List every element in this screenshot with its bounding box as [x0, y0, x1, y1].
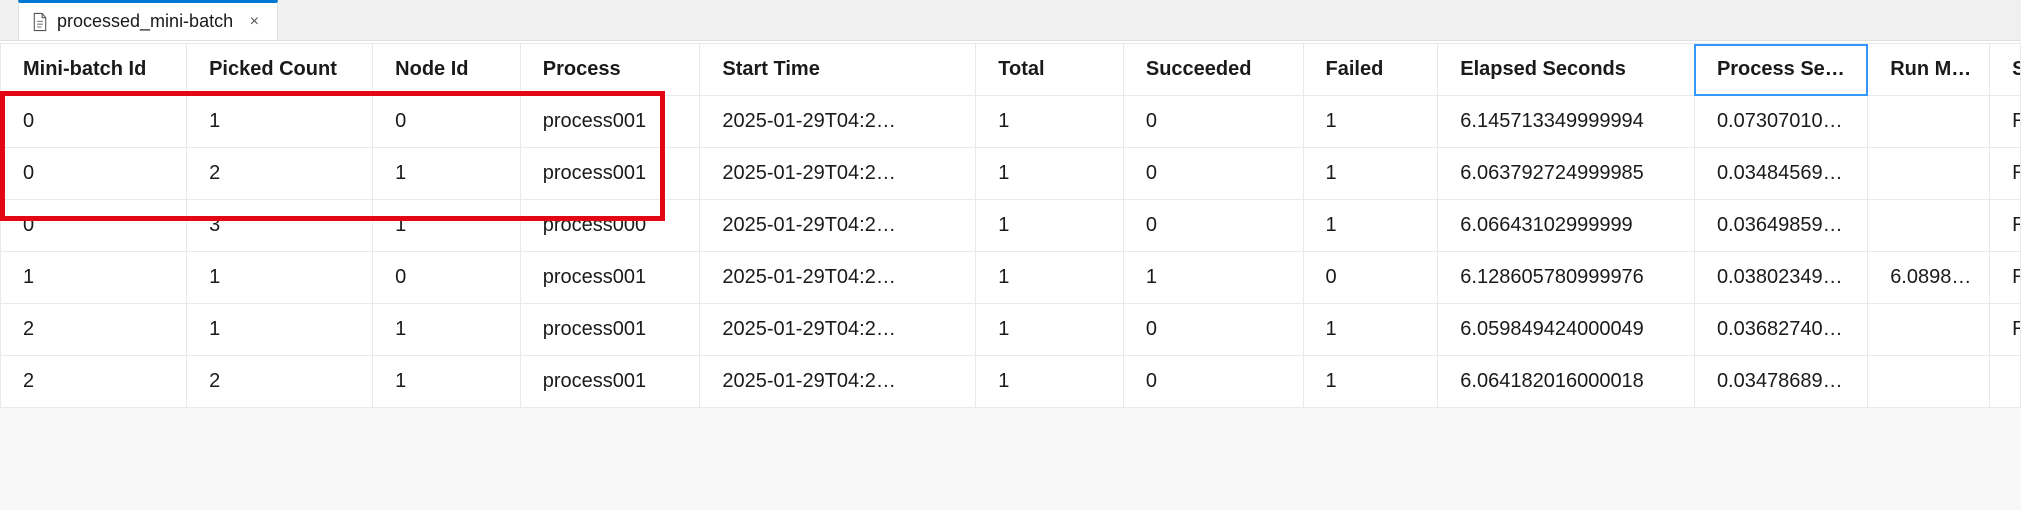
table-cell: 1	[976, 356, 1124, 408]
table-cell: process001	[520, 96, 700, 148]
table-cell: 1	[1303, 148, 1438, 200]
table-row[interactable]: 221process0012025-01-29T04:2…1016.064182…	[1, 356, 2021, 408]
table-cell: 3	[187, 200, 373, 252]
data-table: Mini-batch IdPicked CountNode IdProcessS…	[0, 43, 2021, 408]
table-row[interactable]: 110process0012025-01-29T04:2…1106.128605…	[1, 252, 2021, 304]
table-cell: 1	[373, 304, 521, 356]
table-cell	[1868, 356, 1990, 408]
table-cell: 0	[373, 96, 521, 148]
table-cell: 1	[976, 96, 1124, 148]
table-cell: 1	[373, 200, 521, 252]
table-cell	[1868, 96, 1990, 148]
file-icon	[31, 12, 49, 32]
table-row[interactable]: 010process0012025-01-29T04:2…1016.145713…	[1, 96, 2021, 148]
table-cell: 6.128605780999976	[1438, 252, 1695, 304]
close-icon[interactable]: ×	[248, 13, 261, 31]
table-cell: process001	[520, 252, 700, 304]
table-cell: 1	[976, 148, 1124, 200]
table-cell: 2	[187, 148, 373, 200]
table-cell: 1	[187, 252, 373, 304]
table-wrapper: Mini-batch IdPicked CountNode IdProcessS…	[0, 43, 2021, 408]
table-cell: 2025-01-29T04:2…	[700, 96, 976, 148]
table-cell: 6.06643102999999	[1438, 200, 1695, 252]
table-cell: R	[1990, 252, 2021, 304]
tab-bar: processed_mini-batch ×	[0, 0, 2021, 41]
table-cell: 1	[1303, 356, 1438, 408]
table-cell: 1	[1303, 200, 1438, 252]
table-cell	[1868, 148, 1990, 200]
table-cell: R	[1990, 304, 2021, 356]
table-cell: 0	[1123, 304, 1303, 356]
table-cell: R	[1990, 200, 2021, 252]
table-cell: 0	[1, 96, 187, 148]
table-cell: 1	[1123, 252, 1303, 304]
table-cell: 0	[1123, 148, 1303, 200]
table-cell: process001	[520, 356, 700, 408]
table-cell: 2	[187, 356, 373, 408]
table-cell: 0	[373, 252, 521, 304]
column-header[interactable]: Mini-batch Id	[1, 44, 187, 96]
content-area: Mini-batch IdPicked CountNode IdProcessS…	[0, 41, 2021, 408]
table-cell: 0.03682740…	[1694, 304, 1867, 356]
column-header[interactable]: S	[1990, 44, 2021, 96]
table-cell: 0	[1123, 356, 1303, 408]
table-cell: 1	[976, 304, 1124, 356]
tab-label: processed_mini-batch	[57, 11, 240, 32]
table-cell: 1	[187, 304, 373, 356]
table-cell: 0.03649859…	[1694, 200, 1867, 252]
table-cell: 6.08985…	[1868, 252, 1990, 304]
table-cell: 1	[1303, 304, 1438, 356]
table-cell: 2025-01-29T04:2…	[700, 148, 976, 200]
table-cell: 1	[1, 252, 187, 304]
column-header[interactable]: Process	[520, 44, 700, 96]
table-cell: 6.064182016000018	[1438, 356, 1695, 408]
column-header[interactable]: Total	[976, 44, 1124, 96]
table-cell: 0	[1, 148, 187, 200]
column-header[interactable]: Process Se…	[1694, 44, 1867, 96]
table-cell: 2	[1, 356, 187, 408]
table-header-row: Mini-batch IdPicked CountNode IdProcessS…	[1, 44, 2021, 96]
table-cell: 2025-01-29T04:2…	[700, 200, 976, 252]
table-cell: 0	[1123, 96, 1303, 148]
table-cell: 1	[976, 200, 1124, 252]
table-cell: 0	[1, 200, 187, 252]
table-cell	[1868, 304, 1990, 356]
table-cell: R	[1990, 96, 2021, 148]
table-cell: 6.063792724999985	[1438, 148, 1695, 200]
table-row[interactable]: 021process0012025-01-29T04:2…1016.063792…	[1, 148, 2021, 200]
column-header[interactable]: Elapsed Seconds	[1438, 44, 1695, 96]
table-cell	[1990, 356, 2021, 408]
column-header[interactable]: Failed	[1303, 44, 1438, 96]
table-cell: 1	[1303, 96, 1438, 148]
table-cell: 1	[976, 252, 1124, 304]
table-cell: 6.059849424000049	[1438, 304, 1695, 356]
table-cell: 0.07307010…	[1694, 96, 1867, 148]
column-header[interactable]: Node Id	[373, 44, 521, 96]
table-cell: 0	[1303, 252, 1438, 304]
table-cell: 1	[187, 96, 373, 148]
table-cell: 2025-01-29T04:2…	[700, 356, 976, 408]
table-cell: 2	[1, 304, 187, 356]
table-row[interactable]: 211process0012025-01-29T04:2…1016.059849…	[1, 304, 2021, 356]
table-cell: 1	[373, 356, 521, 408]
table-cell: 2025-01-29T04:2…	[700, 304, 976, 356]
table-cell: 1	[373, 148, 521, 200]
column-header[interactable]: Run M…	[1868, 44, 1990, 96]
table-cell: 0.03484569…	[1694, 148, 1867, 200]
column-header[interactable]: Picked Count	[187, 44, 373, 96]
tab-processed-mini-batch[interactable]: processed_mini-batch ×	[18, 0, 278, 40]
column-header[interactable]: Start Time	[700, 44, 976, 96]
table-cell: 2025-01-29T04:2…	[700, 252, 976, 304]
table-cell: 0.03802349…	[1694, 252, 1867, 304]
column-header[interactable]: Succeeded	[1123, 44, 1303, 96]
table-row[interactable]: 031process0002025-01-29T04:2…1016.066431…	[1, 200, 2021, 252]
table-cell: process000	[520, 200, 700, 252]
table-cell: 6.145713349999994	[1438, 96, 1695, 148]
table-cell	[1868, 200, 1990, 252]
table-cell: 0.03478689…	[1694, 356, 1867, 408]
table-cell: R	[1990, 148, 2021, 200]
table-cell: process001	[520, 148, 700, 200]
table-cell: process001	[520, 304, 700, 356]
table-cell: 0	[1123, 200, 1303, 252]
